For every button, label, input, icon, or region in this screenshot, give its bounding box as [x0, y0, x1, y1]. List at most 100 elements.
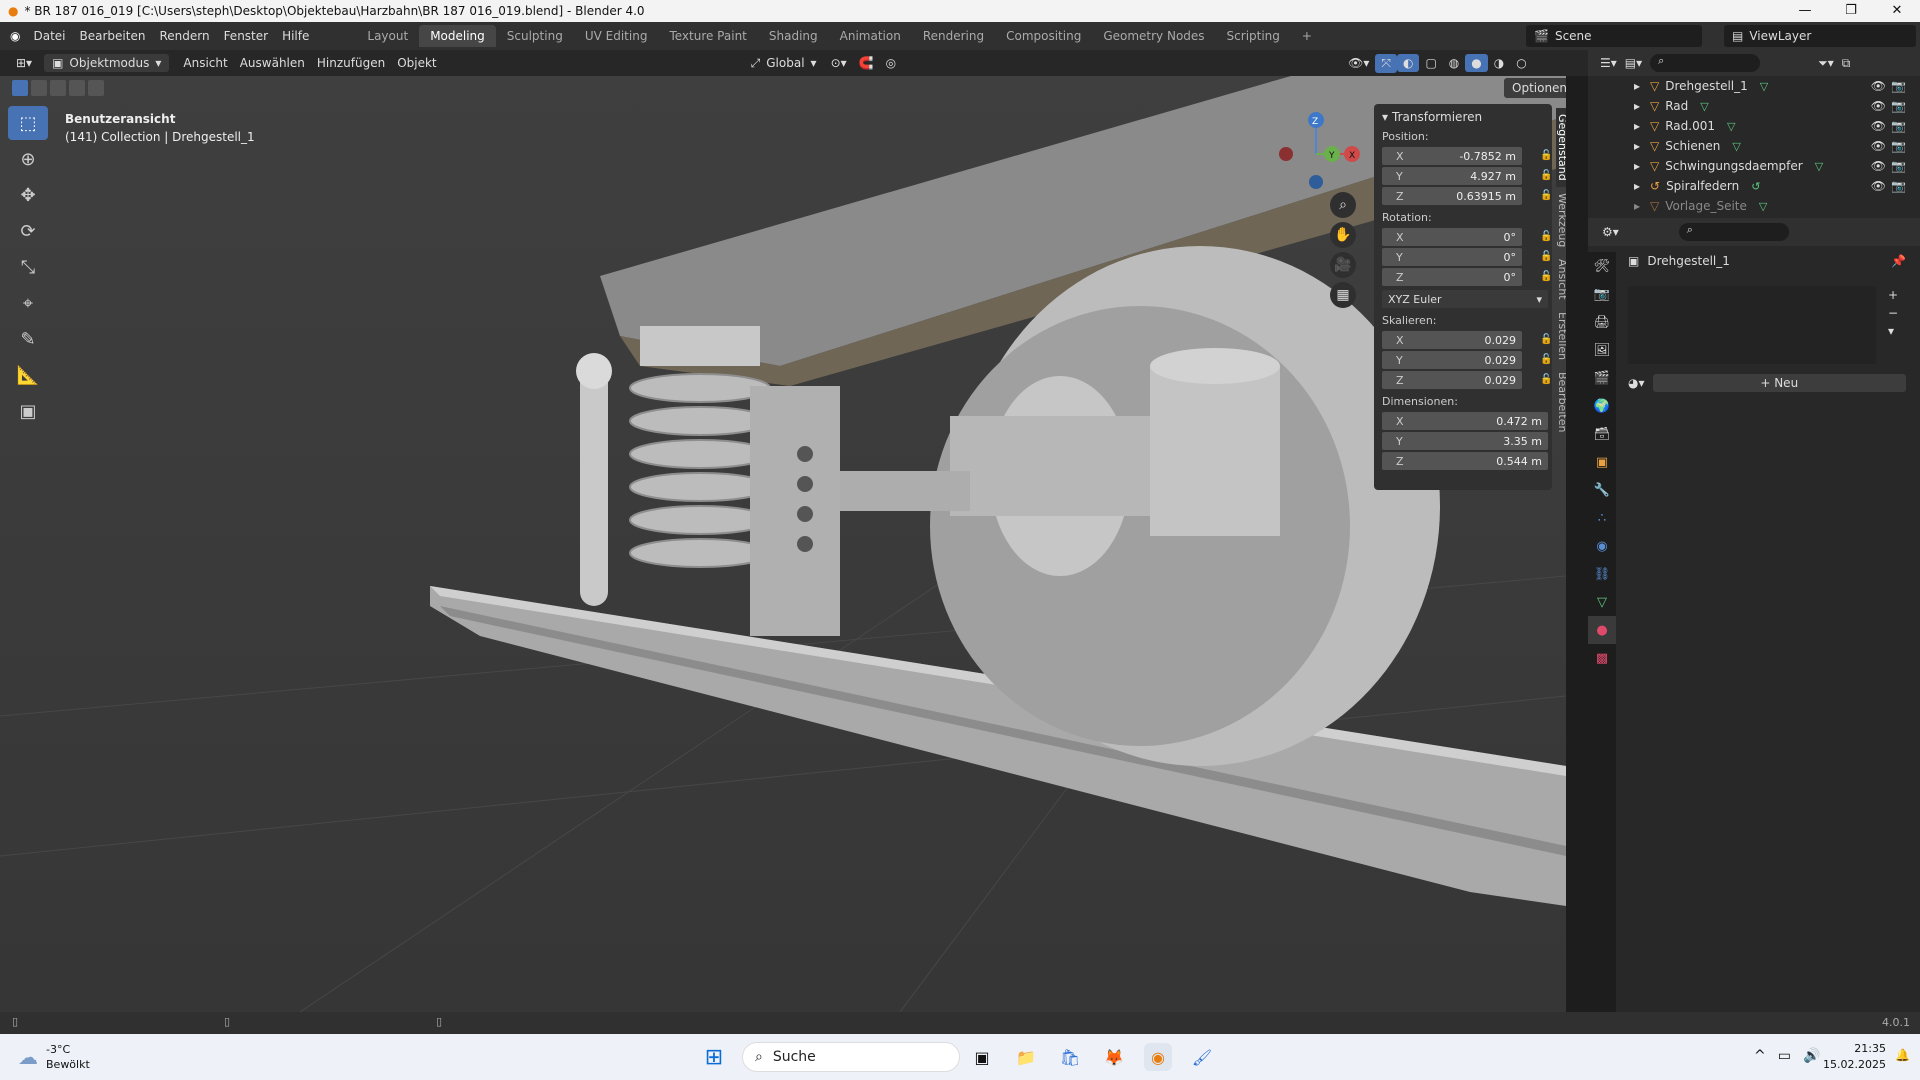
menu-hilfe[interactable]: Hilfe: [275, 29, 316, 43]
display-mode-icon[interactable]: ▤▾: [1625, 56, 1642, 70]
lock-icon[interactable]: 🔓: [1540, 190, 1552, 202]
store-icon[interactable]: 🛍: [1056, 1043, 1084, 1071]
scale-y-field[interactable]: Y 0.029 🔓: [1382, 351, 1552, 369]
weather-widget[interactable]: ☁ -3°C Bewölkt: [18, 1042, 90, 1072]
annotate-tool-icon[interactable]: ✎: [8, 322, 48, 356]
eye-icon[interactable]: 👁: [1871, 159, 1886, 173]
visibility-icon[interactable]: 👁▾: [1342, 54, 1375, 72]
position-y-field[interactable]: Y 4.927 m 🔓: [1382, 167, 1552, 185]
world-tab-icon[interactable]: 🌍: [1588, 392, 1616, 420]
camera-view-icon[interactable]: 🎥: [1330, 252, 1356, 278]
new-material-button[interactable]: + Neu: [1652, 374, 1906, 392]
snap-icon[interactable]: 🧲: [853, 54, 880, 72]
move-tool-icon[interactable]: ✥: [8, 178, 48, 212]
close-button[interactable]: ✕: [1874, 0, 1920, 22]
tab-erstellen[interactable]: Erstellen: [1556, 306, 1566, 366]
eye-icon[interactable]: 👁: [1871, 79, 1886, 93]
render-tab-icon[interactable]: 📷: [1588, 280, 1616, 308]
data-tab-icon[interactable]: ▽: [1588, 588, 1616, 616]
tab-layout[interactable]: Layout: [356, 25, 419, 47]
eye-icon[interactable]: 👁: [1871, 119, 1886, 133]
blender-taskbar-icon[interactable]: ◉: [1144, 1043, 1172, 1071]
tab-animation[interactable]: Animation: [829, 25, 912, 47]
camera-icon[interactable]: 📷: [1891, 119, 1906, 133]
dimensions-y-field[interactable]: Y 3.35 m: [1382, 432, 1548, 450]
lock-icon[interactable]: 🔓: [1540, 150, 1552, 162]
solid-shading-icon[interactable]: ●: [1465, 54, 1488, 72]
dimensions-z-field[interactable]: Z 0.544 m: [1382, 452, 1548, 470]
tab-modeling[interactable]: Modeling: [419, 25, 496, 47]
menu-objekt[interactable]: Objekt: [391, 54, 442, 72]
tab-ansicht[interactable]: Ansicht: [1556, 253, 1566, 306]
view-layer-tab-icon[interactable]: 🖼: [1588, 336, 1616, 364]
zoom-icon[interactable]: ⌕: [1330, 192, 1356, 218]
outliner-editor-icon[interactable]: ☰▾: [1600, 56, 1617, 70]
navigation-gizmo[interactable]: Z Y X: [1270, 106, 1370, 206]
firefox-icon[interactable]: 🦊: [1100, 1043, 1128, 1071]
rotation-y-field[interactable]: Y 0° 🔓: [1382, 248, 1552, 266]
camera-icon[interactable]: 📷: [1891, 179, 1906, 193]
material-tab-icon[interactable]: ●: [1588, 616, 1616, 644]
scene-selector[interactable]: 🎬 Scene: [1526, 25, 1702, 47]
camera-icon[interactable]: 📷: [1891, 79, 1906, 93]
lock-icon[interactable]: 🔓: [1540, 354, 1552, 366]
select-new-icon[interactable]: [12, 80, 28, 96]
tool-tab-icon[interactable]: 🛠: [1588, 252, 1616, 280]
eye-icon[interactable]: 👁: [1871, 179, 1886, 193]
physics-tab-icon[interactable]: ◉: [1588, 532, 1616, 560]
menu-fenster[interactable]: Fenster: [217, 29, 276, 43]
cursor-tool-icon[interactable]: ⊕: [8, 142, 48, 176]
tab-scripting[interactable]: Scripting: [1216, 25, 1291, 47]
select-subtract-icon[interactable]: [50, 80, 66, 96]
outliner-item-schwingungsdaempfer[interactable]: ▸ ▽ Schwingungsdaempfer ▽ 👁 📷: [1588, 156, 1920, 176]
select-extend-icon[interactable]: [31, 80, 47, 96]
lock-icon[interactable]: 🔓: [1540, 231, 1552, 243]
camera-icon[interactable]: 📷: [1891, 159, 1906, 173]
lock-icon[interactable]: 🔓: [1540, 170, 1552, 182]
3d-viewport[interactable]: Benutzeransicht (141) Collection | Drehg…: [0, 76, 1566, 1012]
wireframe-shading-icon[interactable]: ◍: [1443, 54, 1465, 72]
overlay-toggle-icon[interactable]: ◐: [1396, 54, 1420, 72]
slot-menu-chevron-icon[interactable]: ▾: [1888, 324, 1898, 338]
modifier-tab-icon[interactable]: 🔧: [1588, 476, 1616, 504]
pin-icon[interactable]: 📌: [1891, 254, 1906, 268]
outliner-item-spiralfedern[interactable]: ▸ ↺ Spiralfedern ↺ 👁 📷: [1588, 176, 1920, 196]
scale-z-field[interactable]: Z 0.029 🔓: [1382, 371, 1552, 389]
windows-start-icon[interactable]: ⊞: [700, 1043, 728, 1071]
tray-expand-icon[interactable]: ^: [1754, 1048, 1766, 1064]
lock-icon[interactable]: 🔓: [1540, 251, 1552, 263]
orientation-dropdown[interactable]: ⤢ Global ▾: [743, 54, 825, 73]
properties-search-input[interactable]: ⌕: [1678, 223, 1789, 241]
select-intersect-icon[interactable]: [88, 80, 104, 96]
volume-icon[interactable]: 🔊: [1803, 1048, 1820, 1064]
menu-ansicht[interactable]: Ansicht: [177, 54, 233, 72]
editor-type-icon[interactable]: ⊞▾: [10, 54, 38, 72]
expand-arrow-icon[interactable]: ▸: [1634, 139, 1640, 153]
dimensions-x-field[interactable]: X 0.472 m: [1382, 412, 1548, 430]
scale-tool-icon[interactable]: ⤡: [8, 250, 48, 284]
paint-icon[interactable]: 🖌: [1188, 1043, 1216, 1071]
blender-menu-icon[interactable]: ◉: [10, 29, 20, 43]
gizmo-toggle-icon[interactable]: ⤧: [1375, 53, 1397, 73]
scale-x-field[interactable]: X 0.029 🔓: [1382, 331, 1552, 349]
outliner-search-input[interactable]: ⌕: [1650, 54, 1761, 72]
material-shading-icon[interactable]: ◑: [1488, 54, 1510, 72]
mode-dropdown[interactable]: ▣ Objektmodus ▾: [44, 54, 170, 72]
menu-bearbeiten[interactable]: Bearbeiten: [73, 29, 153, 43]
tab-rendering[interactable]: Rendering: [912, 25, 995, 47]
object-tab-icon[interactable]: ▣: [1588, 448, 1616, 476]
transform-tool-icon[interactable]: ⌖: [8, 286, 48, 320]
outliner-item-vorlage-seite[interactable]: ▸ ▽ Vorlage_Seite ▽: [1588, 196, 1920, 216]
viewlayer-selector[interactable]: ▤ ViewLayer: [1724, 25, 1916, 47]
add-slot-button[interactable]: +: [1888, 288, 1898, 302]
material-browse-icon[interactable]: ◕▾: [1628, 376, 1645, 390]
lock-icon[interactable]: 🔓: [1540, 334, 1552, 346]
file-explorer-icon[interactable]: 📁: [1012, 1043, 1040, 1071]
proportional-edit-icon[interactable]: ◎: [880, 54, 902, 72]
clock[interactable]: 21:35 15.02.2025: [1823, 1041, 1886, 1073]
task-view-icon[interactable]: ▣: [968, 1043, 996, 1071]
tab-sculpting[interactable]: Sculpting: [496, 25, 574, 47]
properties-editor-icon[interactable]: ⚙▾: [1602, 225, 1619, 239]
menu-datei[interactable]: Datei: [26, 29, 72, 43]
perspective-grid-icon[interactable]: ▦: [1330, 282, 1356, 308]
